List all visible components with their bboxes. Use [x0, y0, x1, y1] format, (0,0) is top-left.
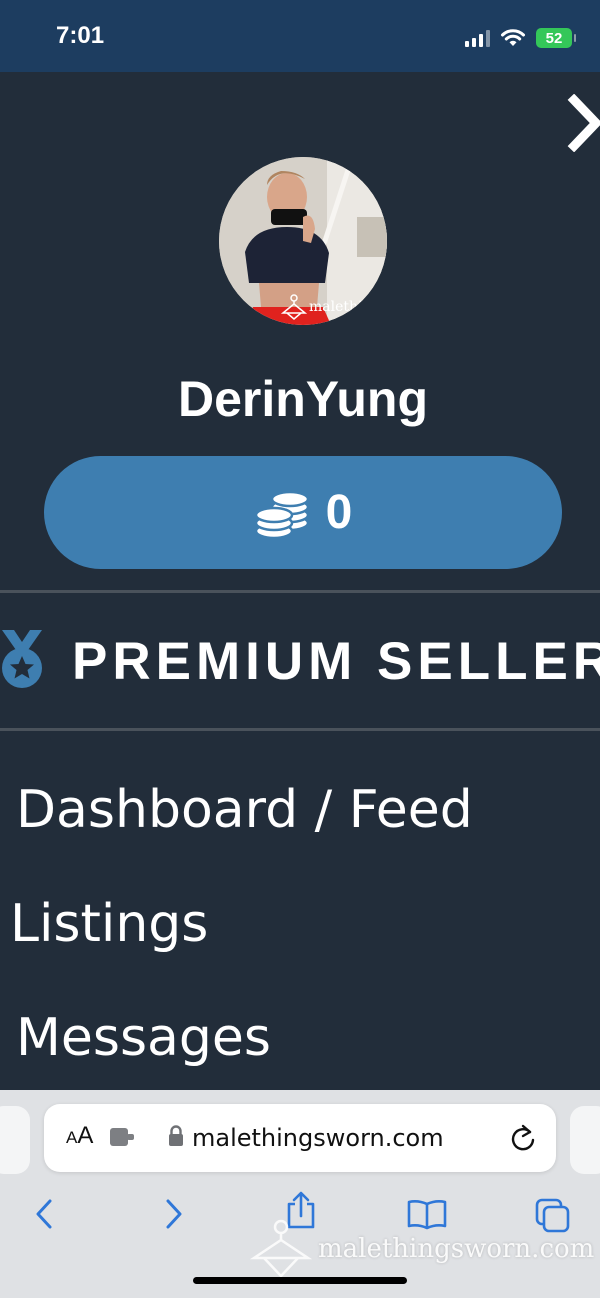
- battery-icon: 52: [536, 28, 576, 48]
- lock-icon: [169, 1125, 183, 1146]
- coins-value: 0: [325, 486, 353, 539]
- back-icon[interactable]: [32, 1198, 56, 1230]
- menu-item-messages[interactable]: Messages: [16, 1008, 271, 1068]
- aa-small-letter: A: [66, 1128, 78, 1147]
- url-text: malethingsworn.com: [192, 1124, 444, 1152]
- medal-icon: [2, 630, 42, 688]
- status-icons: 52: [465, 26, 576, 50]
- close-chevron-icon[interactable]: [566, 94, 600, 152]
- avatar[interactable]: malethin: [219, 157, 387, 325]
- reader-settings-button[interactable]: A A: [66, 1122, 93, 1150]
- hanger-watermark-icon: [250, 1219, 312, 1278]
- watermark: malethingsworn.com: [250, 1218, 594, 1280]
- status-time: 7:01: [56, 22, 105, 49]
- battery-level: 52: [545, 29, 563, 47]
- divider-bottom: [0, 728, 600, 731]
- avatar-watermark-text: malethin: [309, 299, 372, 315]
- address-bar[interactable]: A A malethingsworn.com: [44, 1104, 556, 1172]
- hanger-logo-icon: [281, 294, 307, 320]
- aa-big-letter: A: [77, 1122, 94, 1149]
- reload-icon[interactable]: [510, 1124, 536, 1152]
- previous-tab[interactable]: [0, 1106, 30, 1174]
- divider-top: [0, 590, 600, 593]
- coins-button[interactable]: 0: [44, 456, 562, 569]
- home-indicator[interactable]: [193, 1277, 407, 1284]
- next-tab[interactable]: [570, 1106, 600, 1174]
- menu-item-listings[interactable]: Listings: [10, 894, 208, 954]
- premium-seller-label: PREMIUM SELLER: [72, 632, 600, 691]
- menu-item-dashboard-feed[interactable]: Dashboard / Feed: [16, 780, 473, 840]
- wifi-icon: [501, 29, 525, 46]
- cellular-signal-icon: [465, 29, 490, 47]
- avatar-watermark: malethin: [281, 293, 372, 321]
- extension-icon[interactable]: [110, 1126, 136, 1148]
- forward-icon[interactable]: [162, 1198, 186, 1230]
- watermark-text: malethingsworn.com: [318, 1234, 595, 1264]
- status-bar: 7:01 52: [0, 0, 600, 72]
- coins-icon: [254, 490, 309, 539]
- username: DerinYung: [177, 371, 429, 427]
